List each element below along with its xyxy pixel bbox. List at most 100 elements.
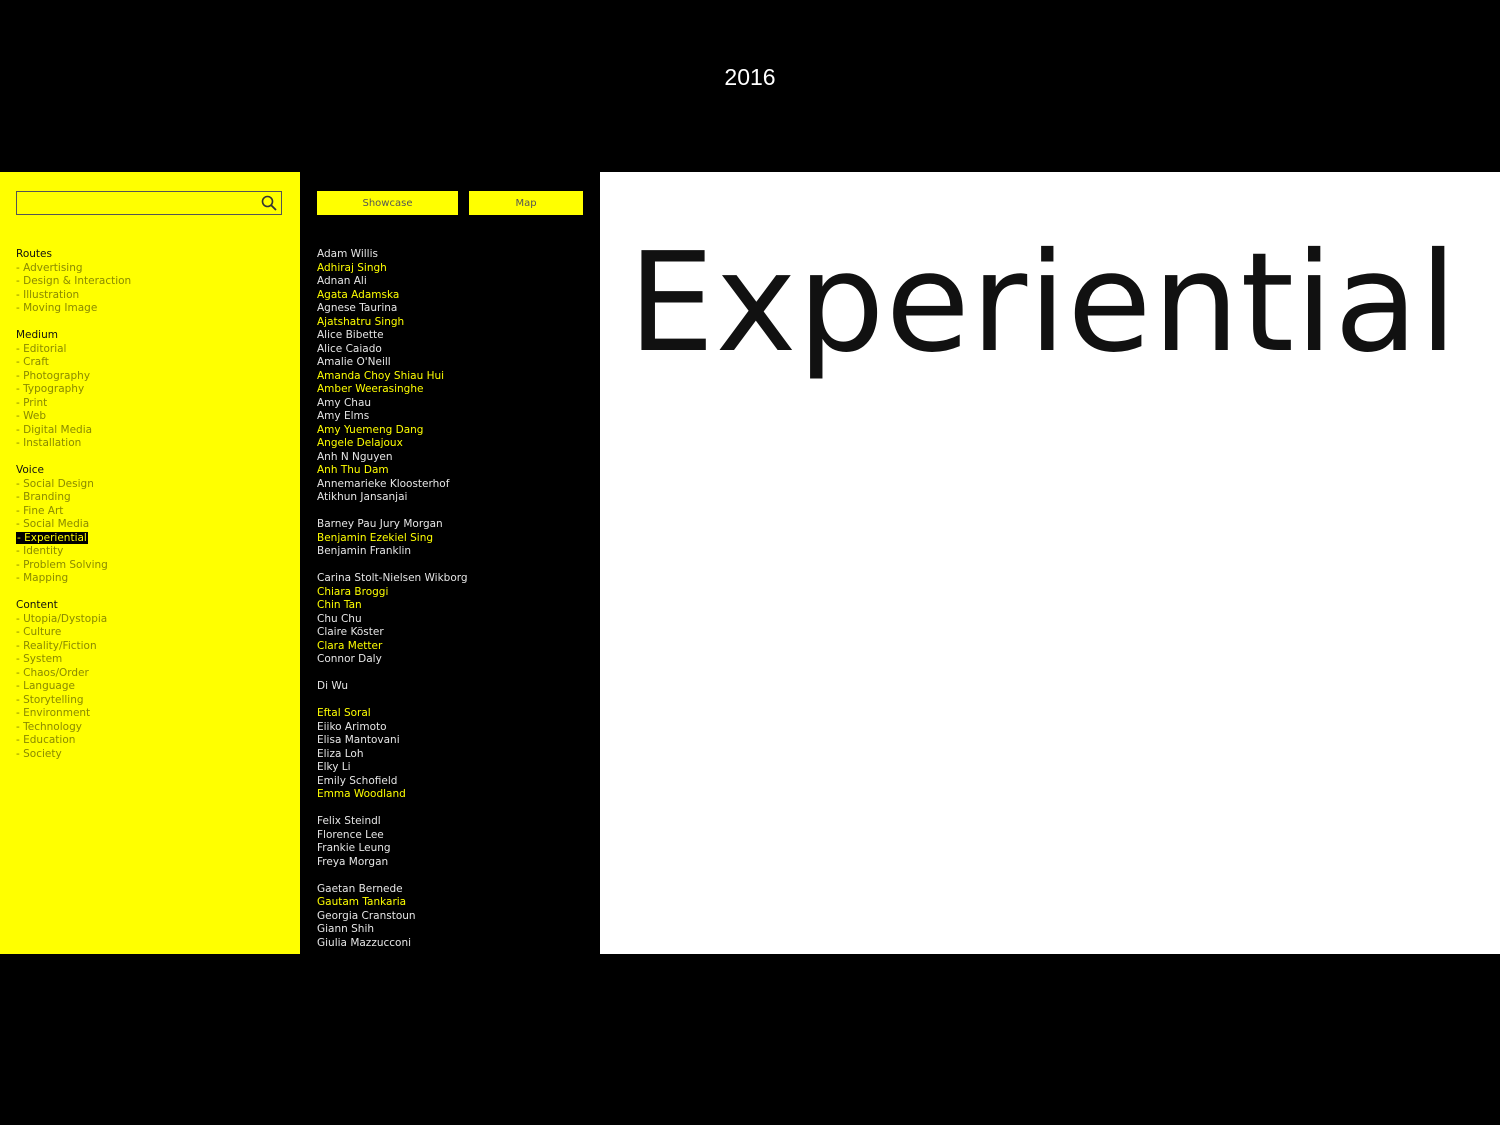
filter-item-label: - Craft [16,356,49,368]
filter-item-label: - System [16,653,63,665]
student-link[interactable]: Atikhun Jansanjai [317,491,597,505]
student-link[interactable]: Elisa Mantovani [317,734,597,748]
student-link[interactable]: Emily Schofield [317,775,597,789]
student-link[interactable]: Adnan Ali [317,275,597,289]
filter-item-label: - Web [16,410,47,422]
year-caption: 2016 [724,64,776,90]
student-link[interactable]: Benjamin Ezekiel Sing [317,532,597,546]
filter-item[interactable]: - Education [16,734,286,748]
student-link[interactable]: Elky Li [317,761,597,775]
filter-item-label: - Social Design [16,477,94,490]
filter-item[interactable]: - Photography [16,370,286,384]
student-link[interactable]: Angele Delajoux [317,437,597,451]
filter-item-label: - Typography [16,383,85,395]
filter-item-label: - Editorial [16,342,67,355]
filter-item-label: - Culture [16,626,62,638]
student-link[interactable]: Amalie O'Neill [317,356,597,370]
filter-item[interactable]: - Culture [16,626,286,640]
student-link[interactable]: Giulia Mazzucconi [317,937,597,951]
student-link[interactable]: Chu Chu [317,613,597,627]
filter-groups: Routes - Advertising - Design & Interactio… [16,248,286,775]
student-link[interactable]: Georgia Cranstoun [317,910,597,924]
filter-item[interactable]: - Moving Image [16,302,286,316]
filter-item[interactable]: - Installation [16,437,286,451]
student-link[interactable]: Amber Weerasinghe [317,383,597,397]
student-link[interactable]: Chin Tan [317,599,597,613]
student-link[interactable]: Adam Willis [317,248,597,262]
filter-item[interactable]: - Craft [16,356,286,370]
filter-item[interactable]: - Identity [16,545,286,559]
student-link[interactable]: Gaetan Bernede [317,883,597,897]
student-link[interactable]: Connor Daly [317,653,597,667]
student-link[interactable]: Amy Chau [317,397,597,411]
filter-item-label: - Technology [16,720,82,733]
filter-item[interactable]: - Print [16,397,286,411]
student-link[interactable]: Anh Thu Dam [317,464,597,478]
filter-item[interactable]: - Branding [16,491,286,505]
student-link[interactable]: Frankie Leung [317,842,597,856]
filter-item[interactable]: - Environment [16,707,286,721]
filter-item[interactable]: - Web [16,410,286,424]
student-link[interactable]: Annemarieke Kloosterhof [317,478,597,492]
filter-item[interactable]: - Advertising [16,262,286,276]
student-link[interactable]: Di Wu [317,680,597,694]
filter-item[interactable]: - Technology [16,721,286,735]
student-link[interactable]: Agnese Taurina [317,302,597,316]
filter-item[interactable]: - Illustration [16,289,286,303]
name-group: Adam Willis Adhiraj Singh Adnan Ali Agata A… [317,248,597,505]
filter-item[interactable]: - Fine Art [16,505,286,519]
student-link[interactable]: Florence Lee [317,829,597,843]
filter-item[interactable]: - Utopia/Dystopia [16,613,286,627]
page-title: Experiential [628,224,1459,383]
student-link[interactable]: Alice Bibette [317,329,597,343]
filter-item[interactable]: - System [16,653,286,667]
student-link[interactable]: Amy Elms [317,410,597,424]
filter-item-label: - Design & Interaction [16,275,132,287]
filter-item-label: - Illustration [16,288,80,301]
student-link[interactable]: Eiiko Arimoto [317,721,597,735]
student-link[interactable]: Eliza Loh [317,748,597,762]
filter-item-label: - Society [16,747,62,760]
search-icon[interactable] [260,194,278,212]
filter-item-label: - Digital Media [16,423,93,436]
student-link[interactable]: Clara Metter [317,640,597,654]
map-button[interactable]: Map [469,191,583,215]
student-link[interactable]: Emma Woodland [317,788,597,802]
filter-item[interactable]: - Digital Media [16,424,286,438]
student-link[interactable]: Giann Shih [317,923,597,937]
showcase-button[interactable]: Showcase [317,191,458,215]
student-link[interactable]: Agata Adamska [317,289,597,303]
student-link[interactable]: Claire Köster [317,626,597,640]
student-link[interactable]: Freya Morgan [317,856,597,870]
filter-item[interactable]: - Storytelling [16,694,286,708]
student-link[interactable]: Chiara Broggi [317,586,597,600]
student-link[interactable]: Gautam Tankaria [317,896,597,910]
filter-item[interactable]: - Society [16,748,286,762]
filter-item[interactable]: - Design & Interaction [16,275,286,289]
student-link[interactable]: Amanda Choy Shiau Hui [317,370,597,384]
filter-item[interactable]: - Social Design [16,478,286,492]
filter-item[interactable]: - Typography [16,383,286,397]
filter-item[interactable]: - Reality/Fiction [16,640,286,654]
filter-item[interactable]: - Problem Solving [16,559,286,573]
student-link[interactable]: Ajatshatru Singh [317,316,597,330]
student-link[interactable]: Adhiraj Singh [317,262,597,276]
filter-item[interactable]: - Language [16,680,286,694]
student-link[interactable]: Alice Caiado [317,343,597,357]
student-link[interactable]: Carina Stolt-Nielsen Wikborg [317,572,597,586]
student-link[interactable]: Eftal Soral [317,707,597,721]
filter-item[interactable]: - Chaos/Order [16,667,286,681]
filter-item[interactable]: - Experiential [16,531,286,546]
student-link[interactable]: Barney Pau Jury Morgan [317,518,597,532]
filter-item-label: - Experiential [16,531,88,544]
student-link[interactable]: Anh N Nguyen [317,451,597,465]
filter-item[interactable]: - Mapping [16,572,286,586]
student-link[interactable]: Felix Steindl [317,815,597,829]
name-group: Di Wu [317,680,597,694]
student-link[interactable]: Benjamin Franklin [317,545,597,559]
search-input[interactable] [17,192,253,214]
filter-item[interactable]: - Social Media [16,518,286,532]
filter-item[interactable]: - Editorial [16,343,286,357]
filter-item-label: - Mapping [16,572,69,584]
student-link[interactable]: Amy Yuemeng Dang [317,424,597,438]
